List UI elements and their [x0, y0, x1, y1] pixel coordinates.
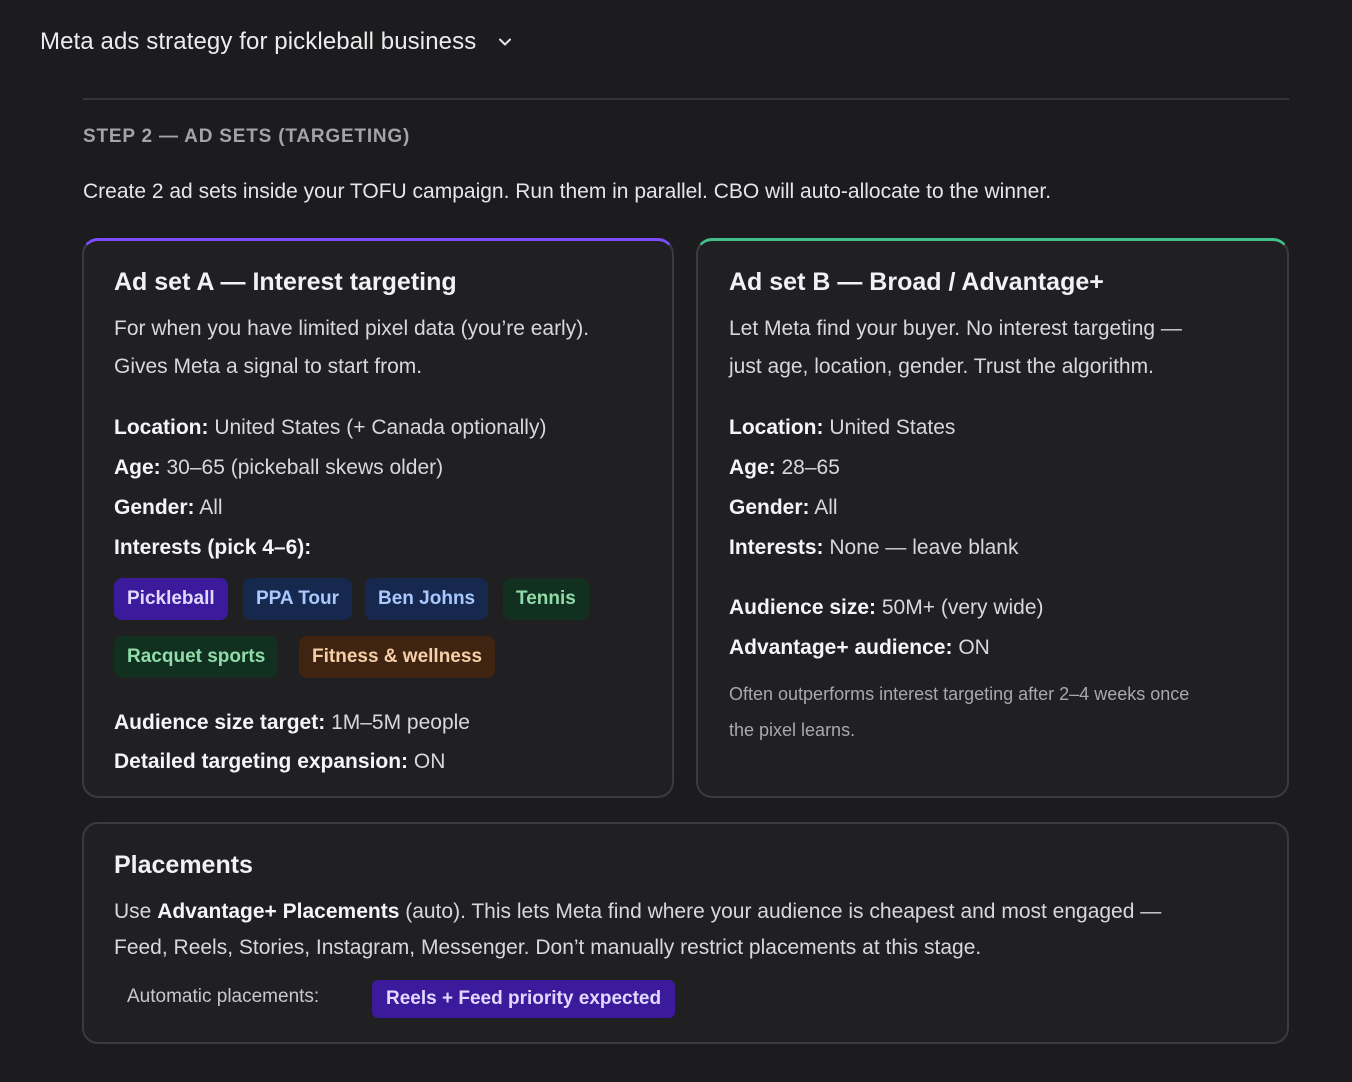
ad-set-b-age: Age: 28–65 [729, 456, 840, 479]
ad-set-b-advantage-audience: Advantage+ audience: ON [729, 636, 990, 659]
placements-text-line1: Use Advantage+ Placements (auto). This l… [114, 900, 1162, 923]
placements-text-line2: Feed, Reels, Stories, Instagram, Messeng… [114, 936, 982, 959]
chevron-down-icon[interactable] [498, 35, 512, 49]
placements-title: Placements [114, 851, 253, 879]
step-intro: Create 2 ad sets inside your TOFU campai… [83, 180, 1052, 203]
ad-set-b-audience-size: Audience size: 50M+ (very wide) [729, 596, 1044, 619]
ad-set-a-age: Age: 30–65 (pickeball skews older) [114, 456, 444, 479]
ad-set-a-gender: Gender: All [114, 496, 223, 519]
ad-set-b-interests: Interests: None — leave blank [729, 536, 1019, 559]
ad-set-b-location: Location: United States [729, 416, 956, 439]
automatic-placements-label: Automatic placements: [127, 986, 320, 1007]
ad-set-b-desc-line2: just age, location, gender. Trust the al… [729, 355, 1154, 378]
ad-set-a-desc-line1: For when you have limited pixel data (yo… [114, 317, 590, 340]
ad-set-a-desc-line2: Gives Meta a signal to start from. [114, 355, 423, 378]
ad-set-a-expansion: Detailed targeting expansion: ON [114, 750, 446, 773]
placements-priority-badge: Reels + Feed priority expected [372, 980, 676, 1018]
ad-set-b-gender: Gender: All [729, 496, 838, 519]
ad-set-a-audience-size: Audience size target: 1M–5M people [114, 711, 470, 734]
ad-set-b-title: Ad set B — Broad / Advantage+ [729, 268, 1104, 296]
ad-set-b-note-line2: the pixel learns. [729, 720, 856, 740]
conversation-title-dropdown[interactable]: Meta ads strategy for pickleball busines… [40, 24, 512, 60]
interest-chip-pickleball[interactable]: Pickleball [114, 578, 228, 620]
interest-chip-ben-johns[interactable]: Ben Johns [365, 578, 489, 620]
conversation-title: Meta ads strategy for pickleball busines… [40, 28, 477, 55]
step-label: STEP 2 — AD SETS (TARGETING) [83, 126, 411, 147]
ad-set-a-interests-label: Interests (pick 4–6): [114, 536, 312, 559]
interest-chip-tennis[interactable]: Tennis [503, 578, 589, 620]
ad-set-a-title: Ad set A — Interest targeting [114, 268, 457, 296]
placements-text: Use Advantage+ Placements (auto). This l… [114, 894, 1274, 966]
interest-chip-ppa-tour[interactable]: PPA Tour [243, 578, 353, 620]
ad-set-b-note-line1: Often outperforms interest targeting aft… [729, 684, 1190, 704]
interest-chip-racquet-sports[interactable]: Racquet sports [114, 636, 279, 678]
divider [83, 98, 1289, 100]
ad-set-b-desc-line1: Let Meta find your buyer. No interest ta… [729, 317, 1182, 340]
interest-chip-fitness-wellness[interactable]: Fitness & wellness [299, 636, 496, 678]
ad-set-a-location: Location: United States (+ Canada option… [114, 416, 547, 439]
